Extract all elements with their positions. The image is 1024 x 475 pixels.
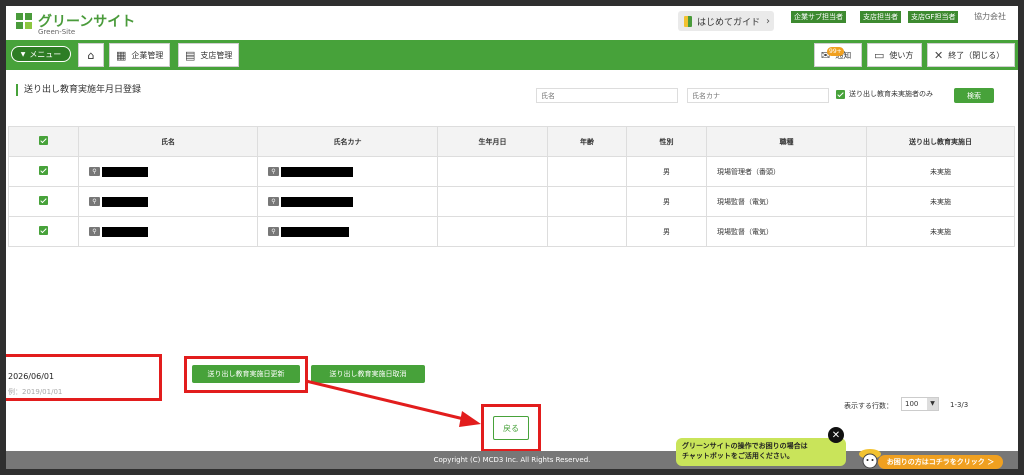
annotation-arrow	[305, 379, 481, 427]
page-info: 1-3/3	[950, 401, 969, 409]
app-frame: グリーンサイト Green-Site はじめてガイド › 企業サブ担当者 支店担…	[6, 6, 1018, 469]
rows-per-page-select[interactable]: 100 ▼	[901, 397, 939, 411]
caret-down-icon: ▼	[927, 398, 938, 410]
chatbot-line-1: グリーンサイトの操作でお困りの場合は	[682, 442, 808, 450]
rows-per-page-value: 100	[905, 400, 919, 408]
copyright-text: Copyright (C) MCD3 Inc. All Rights Reser…	[433, 456, 591, 464]
annotation-box-back	[481, 404, 541, 452]
rows-per-page-label: 表示する行数：	[844, 402, 893, 410]
chatbot-bubble[interactable]: グリーンサイトの操作でお困りの場合は チャットボットをご活用ください。	[676, 438, 846, 466]
chatbot-line-2: チャットボットをご活用ください。	[682, 452, 794, 460]
chatbot-cta-button[interactable]: お困りの方はコチラをクリック ＞	[878, 455, 1003, 469]
chatbot-close-icon[interactable]: ✕	[828, 427, 844, 443]
